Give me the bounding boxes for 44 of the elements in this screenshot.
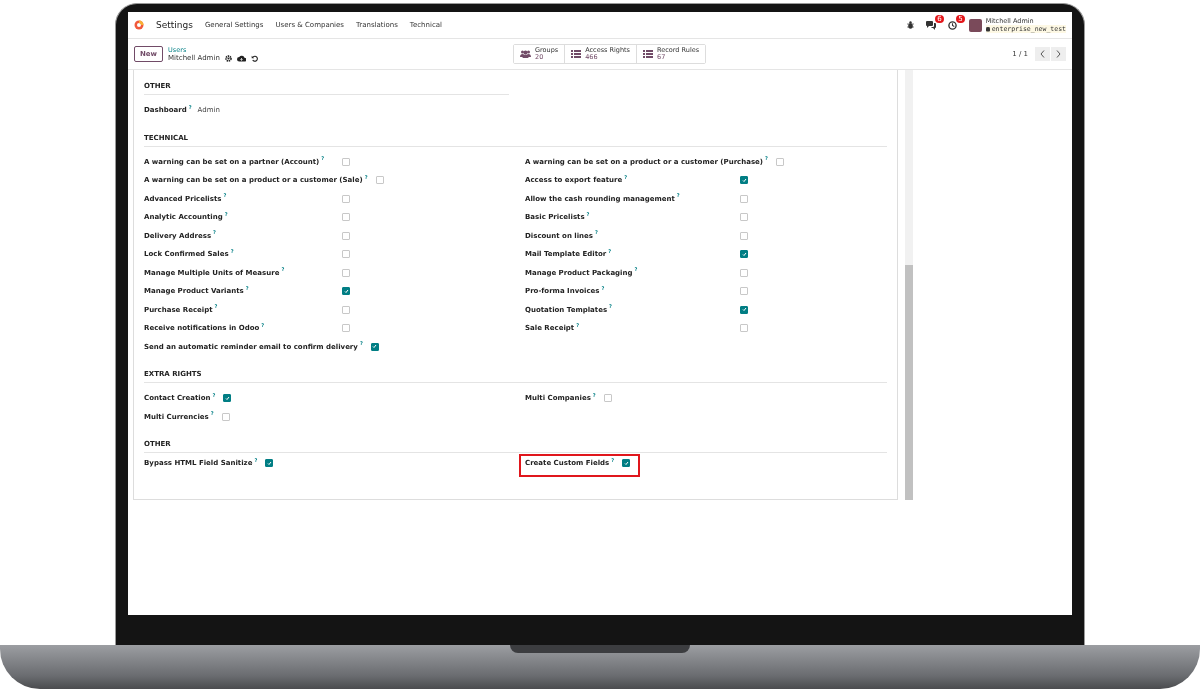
checkbox[interactable] [221, 412, 230, 421]
checkbox[interactable] [776, 157, 784, 166]
checkbox[interactable] [342, 305, 350, 314]
clock-icon[interactable] [947, 20, 957, 30]
next-button[interactable] [1051, 47, 1066, 61]
chevron-right-icon [1056, 50, 1061, 58]
scrollbar[interactable] [905, 70, 913, 500]
checkbox[interactable] [740, 305, 748, 314]
checkbox[interactable] [740, 194, 748, 203]
checkbox[interactable] [342, 287, 350, 296]
checkbox[interactable] [740, 268, 748, 277]
chevron-left-icon [1040, 50, 1045, 58]
checkbox[interactable] [740, 287, 748, 296]
checkbox[interactable] [342, 157, 350, 166]
list-icon [643, 50, 653, 58]
checkbox[interactable] [740, 213, 748, 222]
list-icon [571, 50, 582, 58]
checkbox[interactable] [342, 324, 350, 333]
undo-icon[interactable] [250, 54, 258, 62]
checkbox[interactable] [375, 176, 384, 185]
cloud-upload-icon[interactable] [236, 54, 246, 62]
checkbox[interactable] [342, 213, 350, 222]
checkbox[interactable] [740, 324, 748, 333]
database-icon [985, 26, 990, 32]
checkbox[interactable] [740, 231, 748, 240]
checkbox[interactable] [342, 250, 350, 259]
app-name[interactable]: Settings [156, 20, 193, 30]
app-logo-icon [134, 20, 144, 30]
checkbox[interactable] [265, 459, 274, 468]
checkbox[interactable] [342, 231, 350, 240]
users-icon [520, 50, 531, 58]
checkbox[interactable] [342, 194, 350, 203]
checkbox[interactable] [370, 342, 379, 351]
checkbox[interactable] [740, 250, 748, 259]
previous-button[interactable] [1035, 47, 1050, 61]
checkbox[interactable] [622, 459, 631, 468]
chat-icon[interactable] [925, 20, 936, 30]
user-avatar[interactable] [968, 18, 982, 32]
checkbox[interactable] [342, 268, 350, 277]
gear-icon[interactable] [224, 54, 232, 62]
checkbox[interactable] [603, 394, 612, 403]
checkbox[interactable] [740, 176, 748, 185]
checkbox[interactable] [223, 394, 232, 403]
bug-icon[interactable] [906, 21, 914, 29]
